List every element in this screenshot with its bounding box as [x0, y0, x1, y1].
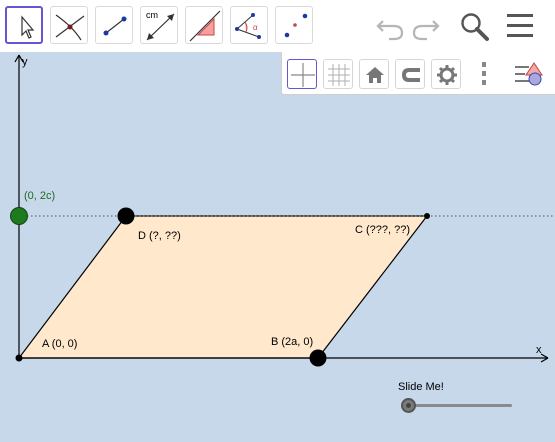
angle-icon: α	[235, 13, 261, 39]
home-view-button[interactable]	[359, 59, 389, 89]
point-b[interactable]	[309, 349, 327, 367]
segment-icon	[103, 16, 127, 36]
gear-icon	[437, 65, 457, 85]
move-tool-button[interactable]	[5, 6, 43, 44]
point-c-label: C (???, ??)	[355, 224, 411, 236]
x-axis-label: x	[536, 344, 542, 356]
magnet-icon	[402, 68, 420, 82]
style-bar-toggle-icon[interactable]	[512, 59, 548, 89]
grid-toggle-button[interactable]	[323, 59, 353, 89]
intersect-icon	[55, 14, 85, 41]
graphics-view[interactable]: y x (0, 2c) D (?, ??) C (???, ??) A (0, …	[0, 52, 555, 442]
segment-length-icon: cm	[146, 10, 175, 41]
point-y-intercept[interactable]	[10, 207, 28, 225]
reflect-tool-button[interactable]	[275, 6, 313, 44]
angle-tool-button[interactable]: α	[230, 6, 268, 44]
cm-label: cm	[146, 10, 158, 20]
move-arrow-icon	[21, 15, 35, 39]
axes-icon	[291, 63, 315, 87]
menu-icon[interactable]	[505, 10, 537, 42]
style-bar	[281, 52, 555, 95]
reflect-icon	[284, 13, 308, 38]
segment-tool-button[interactable]	[95, 6, 133, 44]
undo-icon[interactable]	[374, 10, 406, 42]
home-icon	[366, 67, 384, 83]
slider-label: Slide Me!	[398, 381, 444, 393]
slider-track[interactable]	[408, 404, 512, 407]
point-a[interactable]	[15, 354, 23, 362]
y-axis-label: y	[22, 56, 28, 68]
point-a-label: A (0, 0)	[42, 338, 78, 350]
settings-button[interactable]	[431, 59, 461, 89]
parallelogram-abcd[interactable]	[17, 215, 429, 359]
toolbar: cm α	[0, 0, 555, 52]
axes-toggle-button[interactable]	[287, 59, 317, 89]
geometry-drawing	[10, 54, 555, 367]
point-capture-button[interactable]	[395, 59, 425, 89]
polygon-tool-button[interactable]	[185, 6, 223, 44]
point-d-label: D (?, ??)	[138, 230, 181, 242]
alpha-label: α	[253, 23, 258, 32]
slider-handle[interactable]	[401, 398, 416, 413]
point-b-label: B (2a, 0)	[271, 336, 314, 348]
intersect-tool-button[interactable]	[50, 6, 88, 44]
segment-fixed-length-tool-button[interactable]: cm	[140, 6, 178, 44]
more-options-icon[interactable]	[474, 59, 494, 89]
polygon-icon	[189, 10, 221, 42]
grid-icon	[328, 64, 350, 86]
search-icon[interactable]	[458, 10, 490, 42]
redo-icon[interactable]	[410, 10, 442, 42]
point-d[interactable]	[117, 207, 135, 225]
y-intercept-label: (0, 2c)	[24, 190, 56, 202]
point-c[interactable]	[424, 213, 430, 219]
